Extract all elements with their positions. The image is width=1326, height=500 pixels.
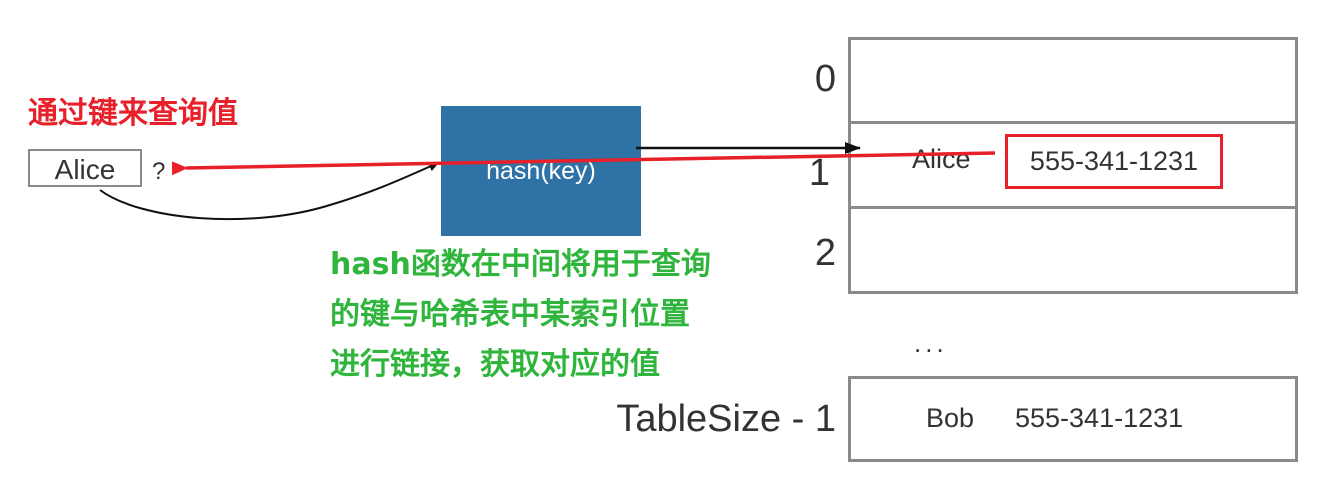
value-return-arrow xyxy=(171,151,996,176)
key-to-hash-arrow xyxy=(99,161,439,221)
diagram-arrows xyxy=(99,142,996,221)
